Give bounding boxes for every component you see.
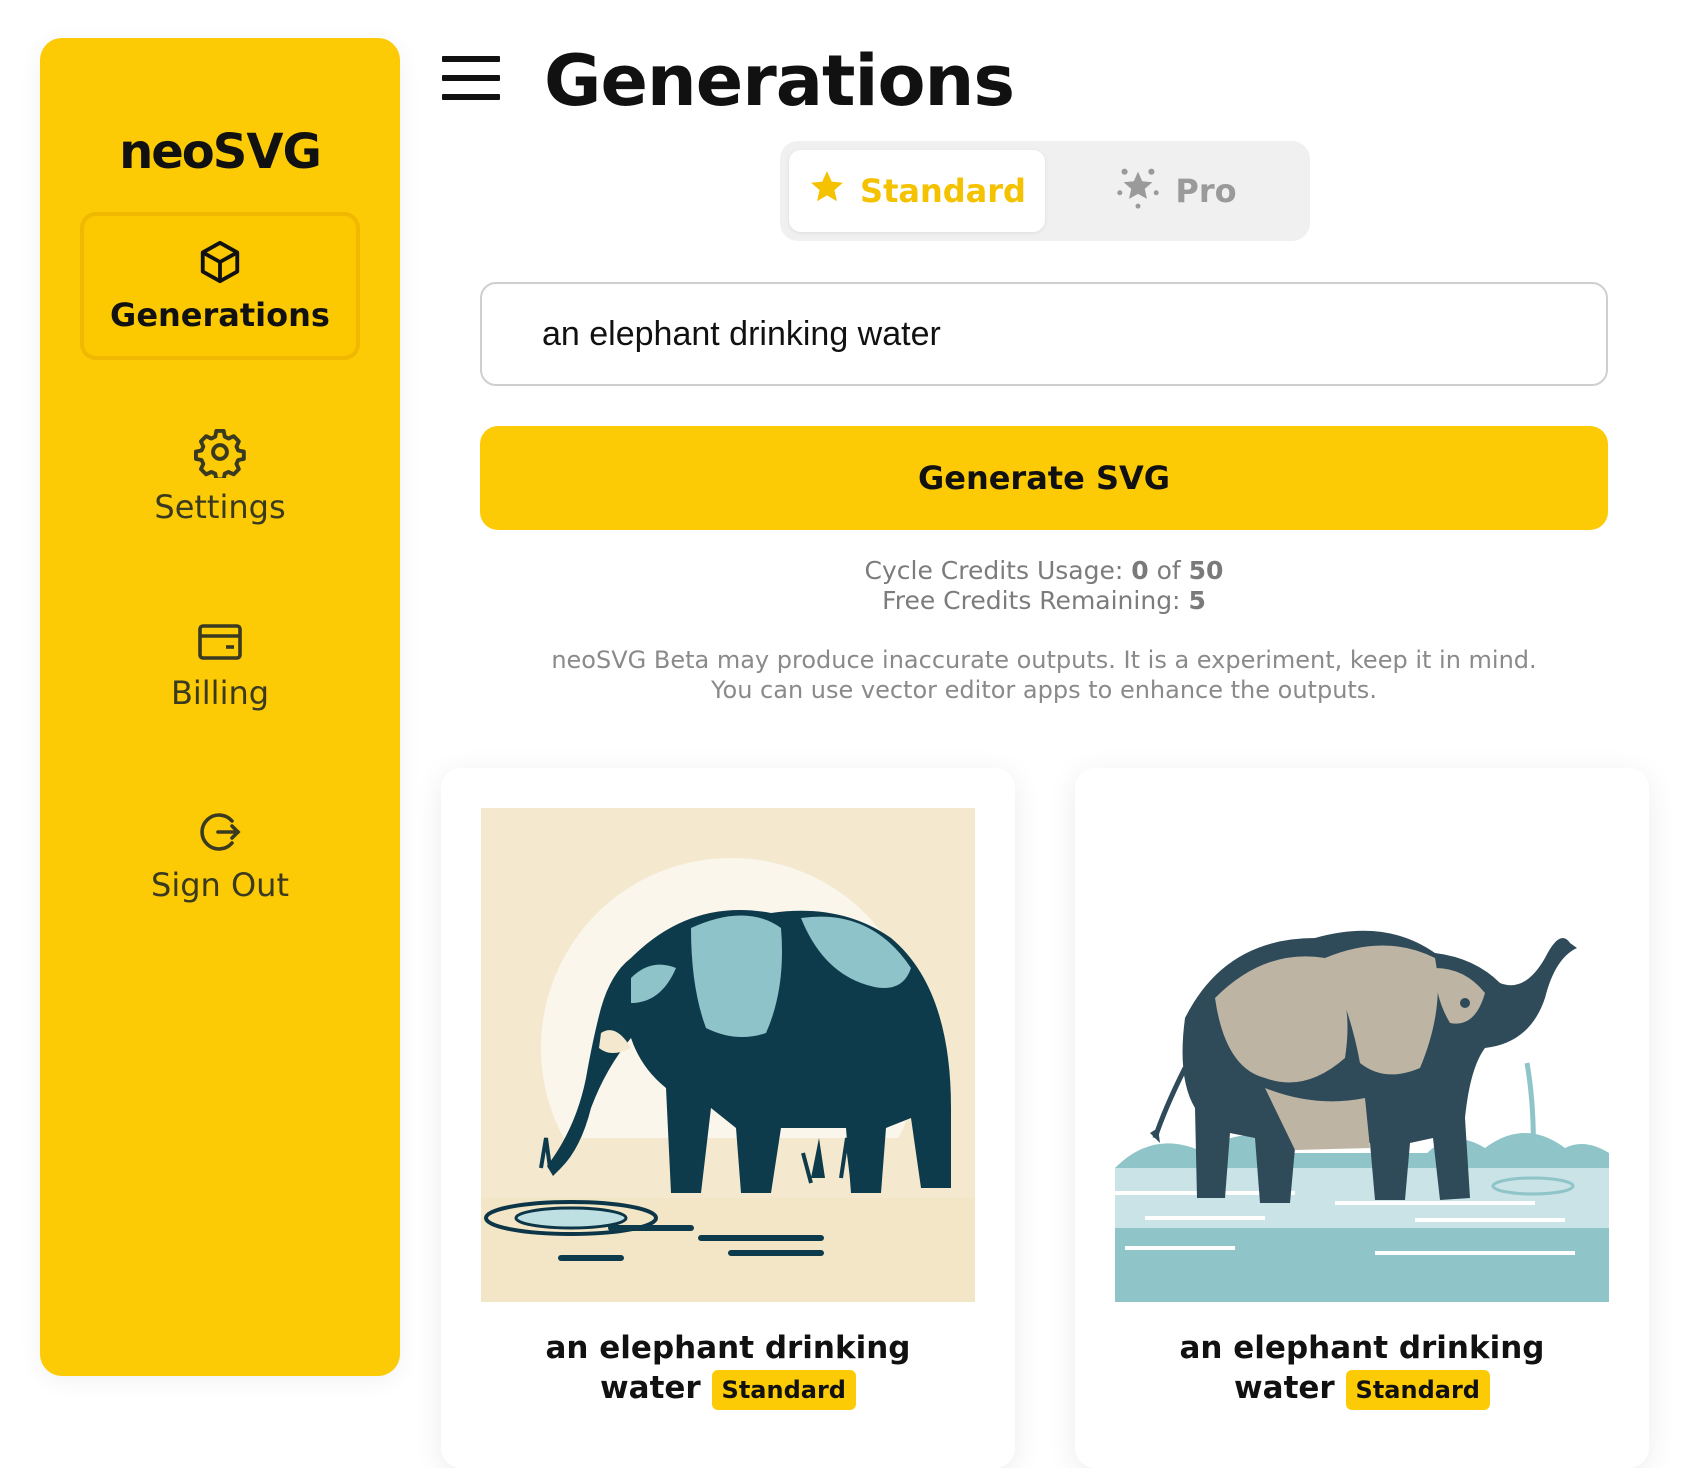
sidebar-item-label: Generations <box>110 296 330 334</box>
logo-prefix: neo <box>119 124 215 180</box>
tier-toggle: Standard Pro <box>780 141 1310 241</box>
prompt-input[interactable] <box>480 282 1608 386</box>
sparkle-stars-icon <box>1115 164 1161 218</box>
tier-badge: Standard <box>711 1369 856 1410</box>
generation-card[interactable]: an elephant drinking water Standard <box>441 768 1015 1468</box>
cycle-credits-label: Cycle Credits Usage: <box>864 556 1124 585</box>
free-credits-label: Free Credits Remaining: <box>882 586 1181 615</box>
cycle-credits-total: 50 <box>1188 556 1224 585</box>
disclaimer-line-1: neoSVG Beta may produce inaccurate outpu… <box>551 646 1537 674</box>
gear-icon <box>194 426 246 478</box>
sidebar-item-label: Settings <box>154 488 286 526</box>
sidebar-item-generations[interactable]: Generations <box>80 212 360 360</box>
star-icon <box>808 168 846 214</box>
tier-badge: Standard <box>1345 1369 1490 1410</box>
generation-title-line1: an elephant drinking <box>1179 1330 1545 1366</box>
generation-title-line2: water <box>1234 1370 1335 1406</box>
cycle-credits-used: 0 <box>1131 556 1149 585</box>
cube-icon <box>197 238 243 286</box>
tier-standard-tab[interactable]: Standard <box>789 150 1045 232</box>
sidebar-item-settings[interactable]: Settings <box>80 402 360 550</box>
tier-pro-tab[interactable]: Pro <box>1050 150 1302 232</box>
generation-card-title: an elephant drinking water Standard <box>461 1328 995 1410</box>
sign-out-icon <box>196 808 244 856</box>
logo-suffix: SVG <box>212 124 322 180</box>
disclaimer-line-2: You can use vector editor apps to enhanc… <box>711 676 1377 704</box>
generation-title-line1: an elephant drinking <box>545 1330 911 1366</box>
generation-title-line2: water <box>600 1370 701 1406</box>
elephant-drinking-illustration-2[interactable] <box>1115 808 1609 1302</box>
tier-standard-label: Standard <box>860 172 1026 210</box>
page-title: Generations <box>544 40 1015 122</box>
sidebar-item-label: Billing <box>170 674 270 712</box>
tier-pro-label: Pro <box>1175 172 1237 210</box>
sidebar-item-sign-out[interactable]: Sign Out <box>80 782 360 930</box>
free-credits-remaining: Free Credits Remaining: 5 <box>480 586 1608 615</box>
cycle-credits-of: of <box>1156 556 1181 585</box>
generation-card[interactable]: an elephant drinking water Standard <box>1075 768 1649 1468</box>
cycle-credits-usage: Cycle Credits Usage: 0 of 50 <box>480 556 1608 585</box>
generation-card-title: an elephant drinking water Standard <box>1095 1328 1629 1410</box>
sidebar-item-billing[interactable]: Billing <box>80 592 360 740</box>
elephant-drinking-illustration-1[interactable] <box>481 808 975 1302</box>
generate-svg-button[interactable]: Generate SVG <box>480 426 1608 530</box>
hamburger-menu-icon[interactable] <box>442 56 500 100</box>
sidebar: neoSVG Generations Settings Billing Sign… <box>40 38 400 1376</box>
sidebar-item-label: Sign Out <box>151 866 289 904</box>
app-logo[interactable]: neoSVG <box>40 124 400 180</box>
wallet-icon <box>196 620 244 664</box>
free-credits-value: 5 <box>1188 586 1206 615</box>
